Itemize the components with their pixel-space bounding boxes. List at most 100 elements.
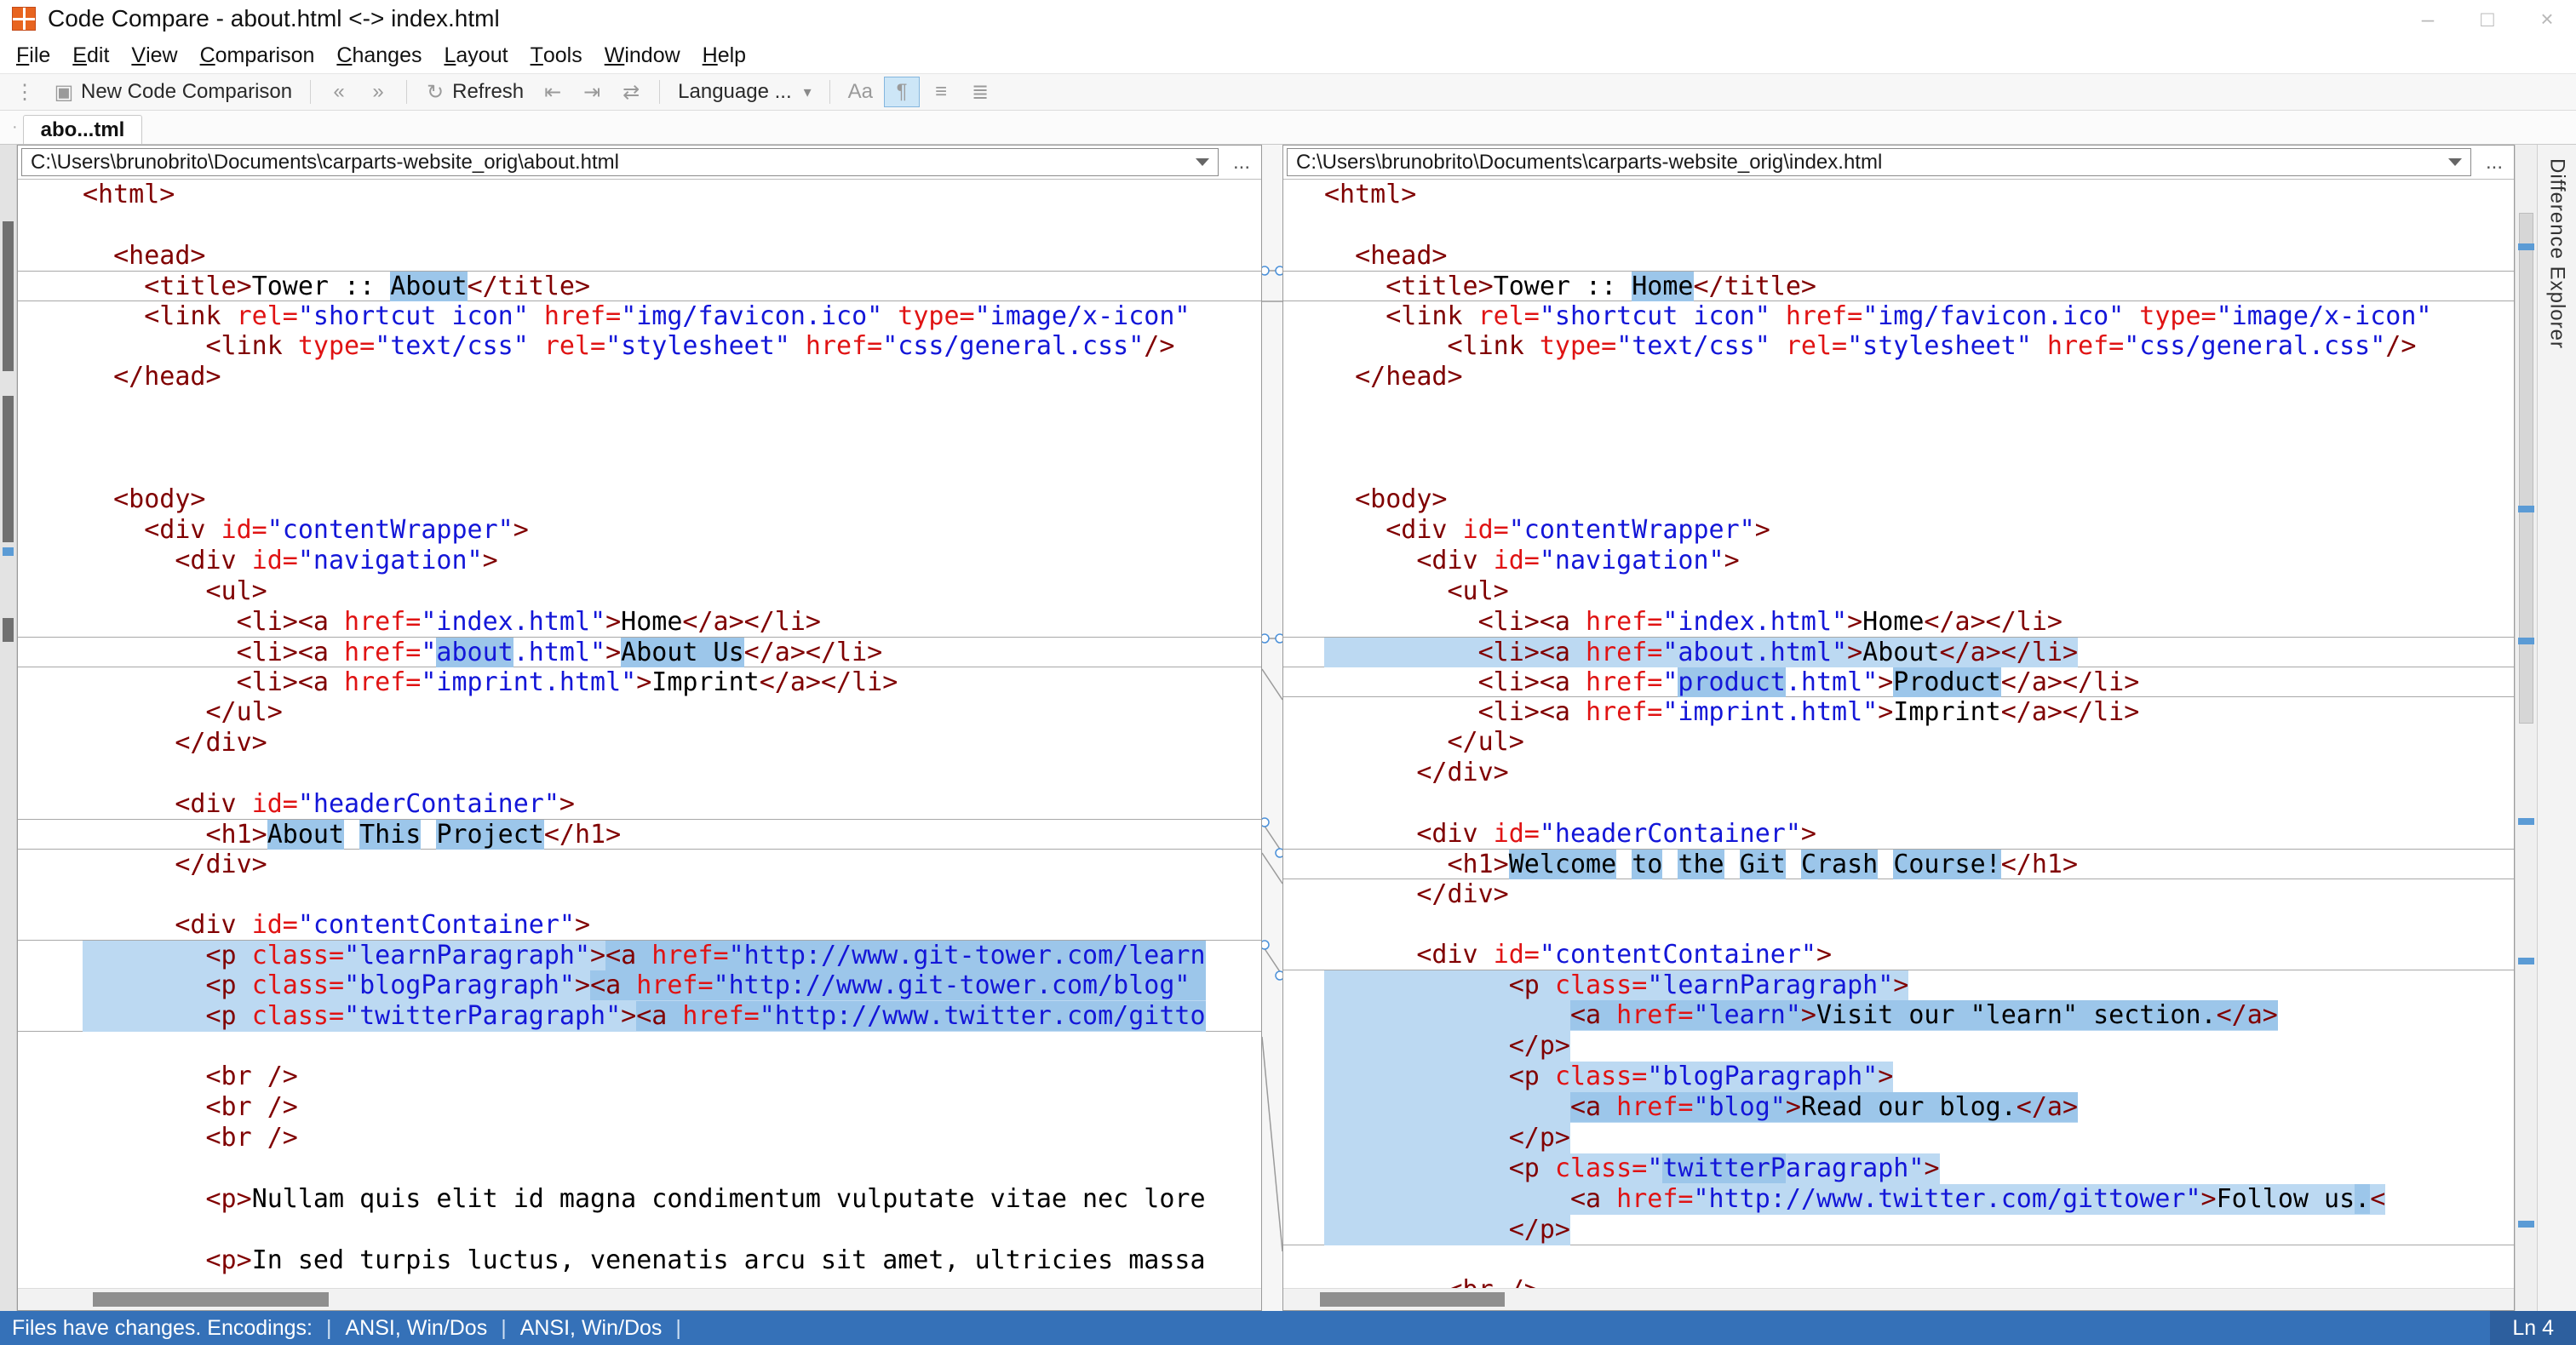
right-code-editor[interactable]: <html> <head> <title>Tower :: Home</titl… xyxy=(1283,180,2514,1288)
left-hscroll-thumb[interactable] xyxy=(92,1292,329,1307)
menu-help[interactable]: Help xyxy=(691,37,757,73)
prev-change-button[interactable]: « xyxy=(321,77,357,107)
language-dropdown[interactable]: Language ... ▾ xyxy=(670,77,819,107)
code-line[interactable]: <p class="twitterParagraph"><a href="htt… xyxy=(18,1001,1261,1032)
code-line[interactable] xyxy=(1283,392,2514,423)
code-line[interactable]: <li><a href="index.html">Home</a></li> xyxy=(1283,607,2514,638)
code-line[interactable]: </p> xyxy=(1283,1215,2514,1245)
code-line[interactable]: </div> xyxy=(18,849,1261,879)
code-line[interactable]: <li><a href="about.html">About</a></li> xyxy=(1283,637,2514,667)
code-line[interactable]: <div id="navigation"> xyxy=(1283,546,2514,576)
code-line[interactable] xyxy=(18,210,1261,241)
code-line[interactable]: </p> xyxy=(1283,1123,2514,1153)
menu-file[interactable]: File xyxy=(5,37,61,73)
code-line[interactable]: <p>In sed turpis luctus, venenatis arcu … xyxy=(18,1245,1261,1276)
code-line[interactable]: </head> xyxy=(18,362,1261,392)
copy-to-left-button[interactable]: ⇤ xyxy=(535,77,571,107)
code-line[interactable]: <p class="learnParagraph"><a href="http:… xyxy=(18,940,1261,970)
code-line[interactable]: </div> xyxy=(1283,879,2514,909)
code-line[interactable]: <html> xyxy=(1283,180,2514,210)
code-line[interactable]: <html> xyxy=(18,180,1261,210)
right-browse-button[interactable]: ... xyxy=(2475,146,2514,179)
close-button[interactable]: × xyxy=(2530,6,2564,32)
code-line[interactable]: <p class="blogParagraph"><a href="http:/… xyxy=(18,970,1261,1001)
code-line[interactable]: <link type="text/css" rel="stylesheet" h… xyxy=(18,331,1261,362)
code-line[interactable] xyxy=(18,879,1261,910)
code-line[interactable]: </p> xyxy=(1283,1031,2514,1062)
code-line[interactable]: <head> xyxy=(18,241,1261,272)
code-line[interactable]: <div id="contentContainer"> xyxy=(1283,940,2514,970)
code-line[interactable]: <title>Tower :: About</title> xyxy=(18,271,1261,301)
menu-changes[interactable]: Changes xyxy=(325,37,433,73)
code-line[interactable]: <p class="learnParagraph"> xyxy=(1283,970,2514,1000)
minimize-button[interactable]: – xyxy=(2411,6,2445,32)
code-line[interactable]: <li><a href="about.html">About Us</a></l… xyxy=(18,637,1261,667)
code-line[interactable]: <li><a href="imprint.html">Imprint</a></… xyxy=(18,667,1261,697)
code-line[interactable]: <br /> xyxy=(1283,1275,2514,1288)
menu-layout[interactable]: Layout xyxy=(433,37,519,73)
left-horizontal-scrollbar[interactable] xyxy=(18,1288,1261,1310)
vertical-scrollbar[interactable] xyxy=(2515,145,2537,1311)
code-line[interactable] xyxy=(1283,909,2514,940)
code-line[interactable]: <head> xyxy=(1283,241,2514,272)
next-change-button[interactable]: » xyxy=(360,77,396,107)
copy-to-right-button[interactable]: ⇥ xyxy=(574,77,610,107)
toolbar-grip[interactable]: ⋮ xyxy=(7,77,43,107)
code-line[interactable]: <body> xyxy=(1283,484,2514,515)
code-line[interactable]: </ul> xyxy=(18,697,1261,728)
code-line[interactable]: <li><a href="index.html">Home</a></li> xyxy=(18,607,1261,638)
code-line[interactable] xyxy=(18,1031,1261,1062)
code-line[interactable] xyxy=(1283,1245,2514,1275)
code-line[interactable]: <ul> xyxy=(18,576,1261,607)
code-line[interactable]: <link rel="shortcut icon" href="img/favi… xyxy=(18,300,1261,331)
code-line[interactable]: <p class="blogParagraph"> xyxy=(1283,1062,2514,1092)
menu-tools[interactable]: Tools xyxy=(519,37,594,73)
swap-panes-button[interactable]: ⇄ xyxy=(613,77,649,107)
code-line[interactable]: <link type="text/css" rel="stylesheet" h… xyxy=(1283,331,2514,362)
code-line[interactable]: <h1>Welcome to the Git Crash Course!</h1… xyxy=(1283,849,2514,879)
code-line[interactable] xyxy=(18,758,1261,789)
code-line[interactable]: <div id="navigation"> xyxy=(18,546,1261,576)
chevron-down-icon[interactable] xyxy=(2448,158,2462,166)
left-code-editor[interactable]: <html> <head> <title>Tower :: About</tit… xyxy=(18,180,1261,1288)
code-line[interactable]: <div id="contentWrapper"> xyxy=(18,515,1261,546)
code-line[interactable]: <title>Tower :: Home</title> xyxy=(1283,271,2514,301)
code-line[interactable] xyxy=(18,454,1261,484)
code-line[interactable]: <link rel="shortcut icon" href="img/favi… xyxy=(1283,300,2514,331)
code-line[interactable]: <div id="headerContainer"> xyxy=(18,789,1261,820)
code-line[interactable]: <br /> xyxy=(18,1062,1261,1092)
code-line[interactable]: <a href="blog">Read our blog.</a> xyxy=(1283,1092,2514,1123)
code-line[interactable]: <p class="twitterParagraph"> xyxy=(1283,1153,2514,1184)
new-code-comparison-button[interactable]: ▣ New Code Comparison xyxy=(46,77,300,107)
left-file-path-combo[interactable]: C:\Users\brunobrito\Documents\carparts-w… xyxy=(21,148,1219,176)
code-line[interactable] xyxy=(18,1215,1261,1245)
code-line[interactable]: </ul> xyxy=(1283,727,2514,758)
code-line[interactable]: <a href="http://www.twitter.com/gittower… xyxy=(1283,1184,2514,1215)
word-compare-button[interactable]: Aa xyxy=(840,77,881,107)
code-line[interactable]: <p>Nullam quis elit id magna condimentum… xyxy=(18,1184,1261,1215)
code-line[interactable]: <div id="contentWrapper"> xyxy=(1283,515,2514,546)
code-line[interactable]: <br /> xyxy=(18,1123,1261,1153)
menu-view[interactable]: View xyxy=(120,37,188,73)
code-line[interactable] xyxy=(1283,454,2514,484)
code-line[interactable]: <h1>About This Project</h1> xyxy=(18,819,1261,850)
difference-explorer-panel[interactable]: Difference Explorer xyxy=(2537,145,2576,1311)
code-line[interactable]: <li><a href="imprint.html">Imprint</a></… xyxy=(1283,696,2514,727)
code-line[interactable]: <body> xyxy=(18,484,1261,515)
diff-overview-map[interactable] xyxy=(0,145,17,1311)
code-line[interactable] xyxy=(1283,210,2514,241)
menu-comparison[interactable]: Comparison xyxy=(189,37,326,73)
code-line[interactable]: <li><a href="product.html">Product</a></… xyxy=(1283,667,2514,697)
refresh-button[interactable]: ↻ Refresh xyxy=(417,77,531,107)
code-line[interactable] xyxy=(18,1153,1261,1184)
menu-edit[interactable]: Edit xyxy=(61,37,120,73)
code-line[interactable] xyxy=(18,423,1261,454)
code-line[interactable]: </div> xyxy=(18,728,1261,758)
show-whitespace-button[interactable]: ¶ xyxy=(884,77,921,107)
code-line[interactable] xyxy=(1283,423,2514,454)
code-line[interactable]: <div id="headerContainer"> xyxy=(1283,819,2514,850)
right-hscroll-thumb[interactable] xyxy=(1320,1292,1506,1307)
chevron-down-icon[interactable] xyxy=(1196,158,1209,166)
code-line[interactable]: <br /> xyxy=(18,1092,1261,1123)
outline-view-button[interactable]: ≣ xyxy=(962,77,998,107)
